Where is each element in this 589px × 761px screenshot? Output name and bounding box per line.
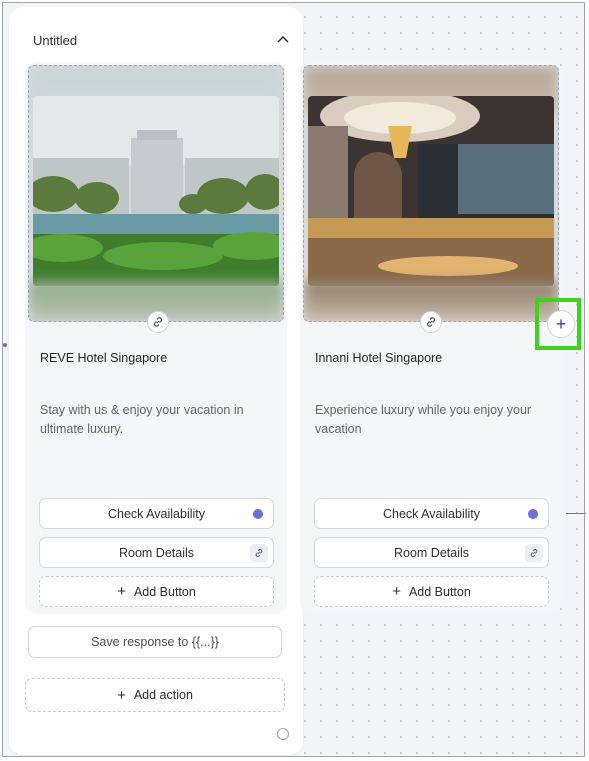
carousel-card: Innani Hotel Singapore Experience luxury… [300, 62, 562, 614]
card-description: Experience luxury while you enjoy your v… [315, 403, 532, 436]
connector-dot-left [3, 343, 7, 347]
add-button[interactable]: + Add Button [314, 576, 549, 607]
room-details-button[interactable]: Room Details [314, 537, 549, 568]
plus-icon: + [117, 686, 126, 704]
add-action-label: Add action [133, 688, 193, 702]
button-label: Room Details [118, 545, 195, 560]
save-response-button[interactable]: Save response to {{...}} [28, 626, 282, 658]
hotel-pool-image [33, 96, 279, 286]
chevron-up-icon[interactable] [277, 34, 289, 44]
card-description: Stay with us & enjoy your vacation in ul… [40, 403, 244, 436]
card-title: REVE Hotel Singapore [40, 351, 168, 365]
carousel-card: REVE Hotel Singapore Stay with us & enjo… [25, 62, 287, 614]
card-image[interactable] [28, 65, 284, 322]
button-label: Check Availability [382, 506, 481, 521]
hotel-lobby-illustration [308, 96, 554, 286]
card-title: Innani Hotel Singapore [315, 351, 443, 365]
add-button-label: Add Button [408, 584, 471, 599]
connection-dot [253, 509, 263, 519]
add-button[interactable]: + Add Button [39, 576, 274, 607]
hotel-pool-illustration [33, 96, 279, 286]
connection-dot [528, 509, 538, 519]
plus-icon: + [117, 583, 126, 600]
link-icon [525, 544, 543, 562]
link-icon[interactable] [147, 311, 169, 333]
add-button-label: Add Button [133, 584, 196, 599]
button-label: Room Details [393, 545, 470, 560]
panel-title: Untitled [33, 33, 78, 48]
check-availability-button[interactable]: Check Availability [39, 498, 274, 529]
plus-icon: + [392, 583, 401, 600]
link-icon [250, 544, 268, 562]
hotel-lobby-image [308, 96, 554, 286]
plus-icon: + [555, 313, 567, 334]
room-details-button[interactable]: Room Details [39, 537, 274, 568]
card-image[interactable] [303, 65, 559, 322]
add-card-button[interactable]: + [547, 310, 575, 338]
check-availability-button[interactable]: Check Availability [314, 498, 549, 529]
link-icon[interactable] [420, 311, 442, 333]
add-action-button[interactable]: + Add action [25, 678, 285, 712]
output-handle[interactable] [277, 728, 289, 740]
button-label: Check Availability [107, 506, 206, 521]
connector-line [566, 513, 586, 514]
